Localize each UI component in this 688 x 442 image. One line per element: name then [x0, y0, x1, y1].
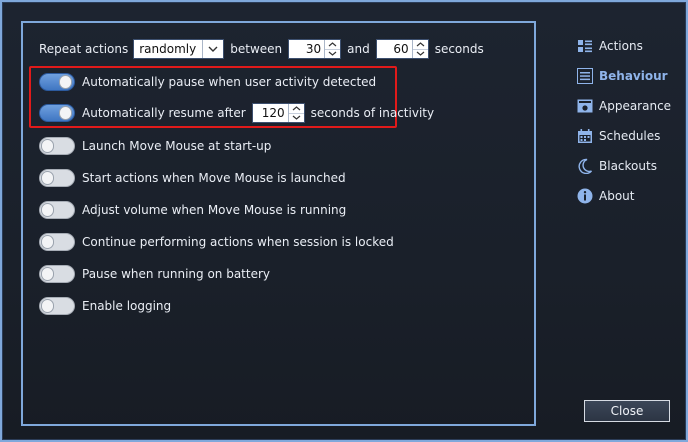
option-enable-logging: Enable logging — [39, 297, 171, 315]
min-seconds-stepper[interactable]: 30 — [288, 39, 342, 59]
seconds-label: seconds — [434, 42, 484, 56]
sidebar-item-behaviour[interactable]: Behaviour — [576, 61, 681, 91]
launch-startup-label: Launch Move Mouse at start-up — [82, 139, 272, 153]
sidebar-label-behaviour: Behaviour — [599, 69, 668, 83]
info-icon — [576, 188, 593, 205]
sidebar-item-blackouts[interactable]: Blackouts — [576, 151, 681, 181]
between-label: between — [230, 42, 283, 56]
option-auto-pause: Automatically pause when user activity d… — [39, 73, 376, 91]
battery-pause-label: Pause when running on battery — [82, 267, 271, 281]
sidebar-label-actions: Actions — [599, 39, 643, 53]
auto-pause-label: Automatically pause when user activity d… — [82, 75, 377, 89]
calendar-icon — [576, 128, 593, 145]
and-label: and — [347, 42, 370, 56]
launch-startup-toggle[interactable] — [39, 137, 75, 155]
option-adjust-volume: Adjust volume when Move Mouse is running — [39, 201, 346, 219]
adjust-volume-toggle[interactable] — [39, 201, 75, 219]
sidebar-item-actions[interactable]: Actions — [576, 31, 681, 61]
option-start-actions: Start actions when Move Mouse is launche… — [39, 169, 346, 187]
stepper-up-icon[interactable] — [413, 40, 428, 49]
enable-logging-label: Enable logging — [82, 299, 172, 313]
resume-seconds-stepper[interactable]: 120 — [251, 103, 305, 123]
repeat-mode-value: randomly — [139, 42, 197, 56]
appearance-icon — [576, 98, 593, 115]
inactivity-label: seconds of inactivity — [310, 106, 435, 120]
stepper-up-icon[interactable] — [325, 40, 340, 49]
close-button[interactable]: Close — [584, 400, 670, 422]
sidebar-label-appearance: Appearance — [599, 99, 672, 113]
session-locked-toggle[interactable] — [39, 233, 75, 251]
moon-icon — [576, 158, 593, 175]
settings-window: Repeat actions randomly between 30 and 6… — [2, 2, 686, 440]
behaviour-list-icon — [576, 68, 593, 85]
start-actions-toggle[interactable] — [39, 169, 75, 187]
start-actions-label: Start actions when Move Mouse is launche… — [82, 171, 346, 185]
auto-resume-toggle[interactable] — [39, 104, 75, 122]
chevron-down-icon[interactable] — [202, 40, 223, 58]
sidebar-label-about: About — [599, 189, 635, 203]
option-launch-startup: Launch Move Mouse at start-up — [39, 137, 271, 155]
behaviour-panel: Repeat actions randomly between 30 and 6… — [21, 21, 536, 426]
max-seconds-value[interactable]: 60 — [377, 42, 412, 56]
stepper-up-icon[interactable] — [289, 104, 304, 113]
sidebar-label-schedules: Schedules — [599, 129, 661, 143]
sidebar-label-blackouts: Blackouts — [599, 159, 657, 173]
option-battery-pause: Pause when running on battery — [39, 265, 270, 283]
stepper-down-icon[interactable] — [412, 48, 428, 59]
stepper-down-icon[interactable] — [288, 112, 304, 123]
repeat-mode-dropdown[interactable]: randomly — [133, 39, 225, 59]
battery-pause-toggle[interactable] — [39, 265, 75, 283]
option-session-locked: Continue performing actions when session… — [39, 233, 394, 251]
session-locked-label: Continue performing actions when session… — [82, 235, 394, 249]
min-seconds-value[interactable]: 30 — [289, 42, 324, 56]
actions-list-icon — [576, 38, 593, 55]
max-seconds-stepper[interactable]: 60 — [375, 39, 429, 59]
resume-seconds-value[interactable]: 120 — [253, 106, 288, 120]
option-auto-resume: Automatically resume after 120 seconds o… — [39, 103, 434, 123]
repeat-actions-row: Repeat actions randomly between 30 and 6… — [39, 39, 484, 59]
repeat-actions-label: Repeat actions — [39, 42, 129, 56]
stepper-down-icon[interactable] — [325, 48, 341, 59]
adjust-volume-label: Adjust volume when Move Mouse is running — [82, 203, 347, 217]
enable-logging-toggle[interactable] — [39, 297, 75, 315]
sidebar-item-appearance[interactable]: Appearance — [576, 91, 681, 121]
sidebar-item-schedules[interactable]: Schedules — [576, 121, 681, 151]
auto-resume-label: Automatically resume after — [82, 106, 246, 120]
auto-pause-toggle[interactable] — [39, 73, 75, 91]
sidebar-nav: Actions Behaviour Appearance Schedules B… — [576, 31, 681, 211]
sidebar-item-about[interactable]: About — [576, 181, 681, 211]
